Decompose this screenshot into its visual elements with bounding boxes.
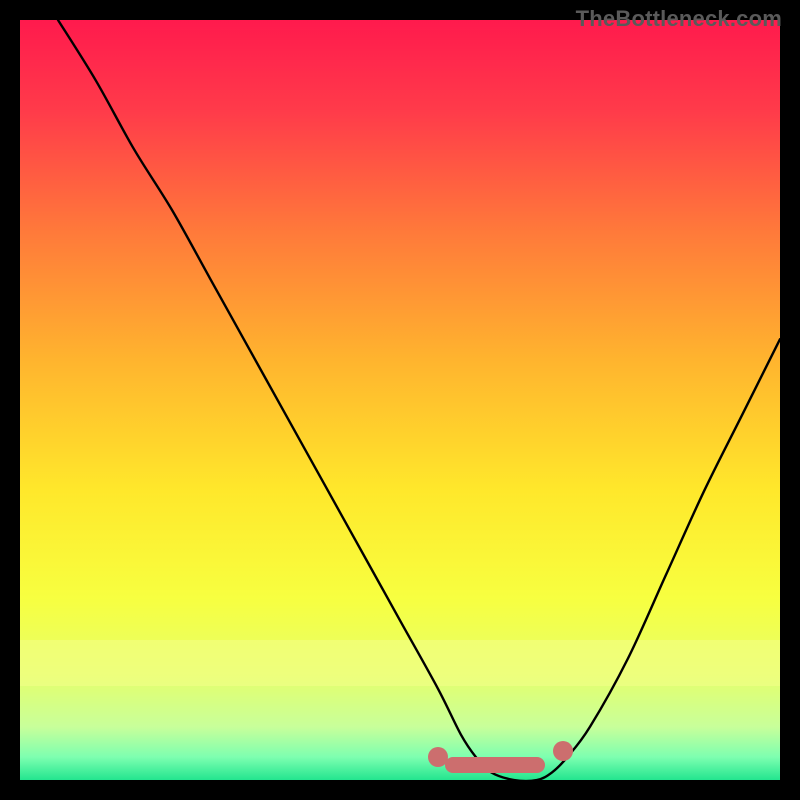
plot-area (20, 20, 780, 780)
chart-container: TheBottleneck.com (0, 0, 800, 800)
optimal-range-band-marker (445, 757, 545, 773)
bottleneck-curve (20, 20, 780, 780)
optimal-range-end-marker (553, 741, 573, 761)
watermark-label: TheBottleneck.com (576, 6, 782, 32)
